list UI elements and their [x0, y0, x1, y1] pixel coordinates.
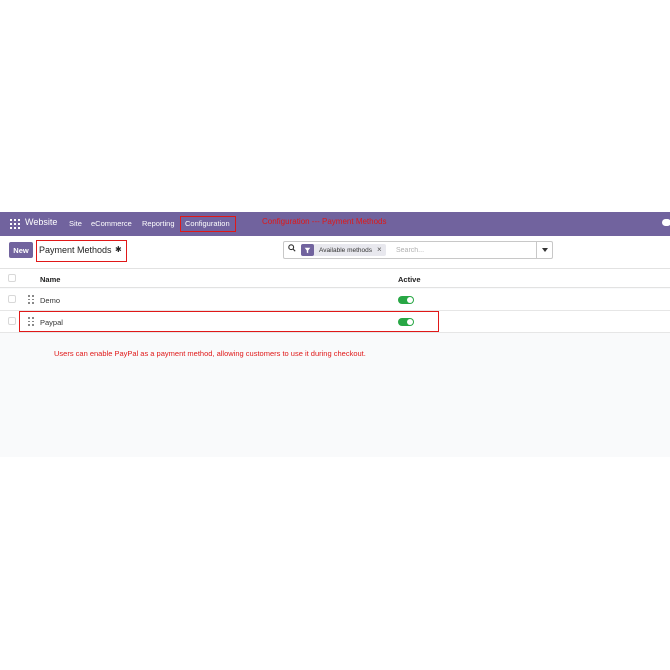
annotation-navigation-path: Configuration --- Payment Methods	[262, 217, 387, 226]
drag-handle-icon[interactable]	[28, 295, 34, 304]
select-all-checkbox[interactable]	[8, 274, 16, 282]
filter-icon	[301, 244, 314, 256]
annotation-note: Users can enable PayPal as a payment met…	[54, 349, 366, 358]
facet-label: Available methods	[319, 246, 372, 254]
active-toggle[interactable]	[398, 296, 414, 304]
annotation-highlight-paypal-row	[19, 311, 439, 332]
list-header	[0, 268, 670, 288]
row-checkbox[interactable]	[8, 295, 16, 303]
facet-remove-icon[interactable]: ×	[377, 244, 386, 256]
menu-site[interactable]: Site	[69, 219, 82, 228]
column-header-active[interactable]: Active	[398, 275, 421, 284]
row-name: Demo	[40, 296, 61, 305]
menu-ecommerce[interactable]: eCommerce	[91, 219, 132, 228]
chat-icon[interactable]	[662, 219, 670, 226]
search-options-toggle[interactable]	[536, 241, 553, 259]
search-icon[interactable]	[288, 244, 296, 252]
search-input[interactable]	[396, 244, 526, 256]
menu-reporting[interactable]: Reporting	[142, 219, 175, 228]
page-title: Payment Methods	[39, 245, 112, 255]
apps-grid-icon[interactable]	[10, 219, 20, 229]
new-button[interactable]: New	[9, 242, 33, 258]
search-facet: Available methods ×	[301, 244, 386, 256]
row-checkbox[interactable]	[8, 317, 16, 325]
annotation-highlight-configuration	[180, 216, 236, 232]
screenshot-stage: Website Site eCommerce Reporting Configu…	[0, 0, 670, 670]
table-row[interactable]: Demo	[0, 289, 670, 311]
caret-down-icon	[542, 248, 548, 252]
app-brand[interactable]: Website	[25, 217, 57, 227]
column-header-name[interactable]: Name	[40, 275, 60, 284]
gear-icon[interactable]: ✱	[115, 245, 122, 254]
